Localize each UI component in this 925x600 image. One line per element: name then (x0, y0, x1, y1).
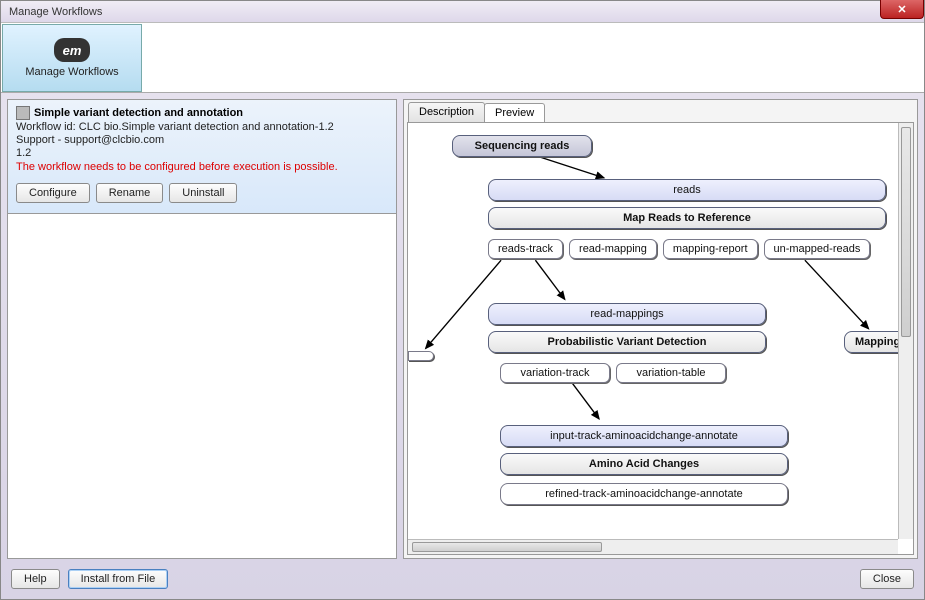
tool-label: Manage Workflows (25, 66, 118, 78)
workflow-support: Support - support@clcbio.com (16, 134, 388, 146)
scrollbar-thumb[interactable] (901, 127, 911, 337)
node-left-partial[interactable] (408, 351, 434, 361)
workflow-title: Simple variant detection and annotation (34, 107, 243, 119)
close-icon: ✕ (897, 3, 906, 16)
port-mapping-report[interactable]: mapping-report (663, 239, 758, 259)
preview-panel: Description Preview (403, 99, 918, 559)
port-variation-track[interactable]: variation-track (500, 363, 610, 383)
tab-description[interactable]: Description (408, 102, 485, 122)
port-unmapped-reads[interactable]: un-mapped-reads (764, 239, 871, 259)
workflow-list-panel: Simple variant detection and annotation … (7, 99, 397, 559)
manage-workflows-tool[interactable]: em Manage Workflows (2, 24, 142, 92)
rename-button[interactable]: Rename (96, 183, 164, 203)
install-from-file-button[interactable]: Install from File (68, 569, 169, 589)
uninstall-button[interactable]: Uninstall (169, 183, 237, 203)
port-aac-output[interactable]: refined-track-aminoacidchange-annotate (500, 483, 788, 505)
node-pvd[interactable]: Probabilistic Variant Detection (488, 331, 766, 353)
dialog-footer: Help Install from File Close (1, 559, 924, 599)
window-title: Manage Workflows (9, 6, 102, 18)
workflow-icon: em (54, 38, 90, 62)
port-reads-track[interactable]: reads-track (488, 239, 563, 259)
workflow-version: 1.2 (16, 147, 388, 159)
help-button[interactable]: Help (11, 569, 60, 589)
node-map-reads[interactable]: Map Reads to Reference (488, 207, 886, 229)
port-read-mapping[interactable]: read-mapping (569, 239, 657, 259)
port-variation-table[interactable]: variation-table (616, 363, 726, 383)
vertical-scrollbar[interactable] (898, 123, 913, 539)
port-reads[interactable]: reads (488, 179, 886, 201)
node-mapping-side[interactable]: Mapping (844, 331, 898, 353)
node-aac[interactable]: Amino Acid Changes (500, 453, 788, 475)
horizontal-scrollbar[interactable] (408, 539, 898, 554)
window-close-button[interactable]: ✕ (880, 0, 924, 19)
node-sequencing-reads[interactable]: Sequencing reads (452, 135, 592, 157)
configure-button[interactable]: Configure (16, 183, 90, 203)
workflow-warning: The workflow needs to be configured befo… (16, 161, 388, 173)
workflow-id: Workflow id: CLC bio.Simple variant dete… (16, 121, 388, 133)
port-read-mappings[interactable]: read-mappings (488, 303, 766, 325)
close-button[interactable]: Close (860, 569, 914, 589)
workflow-card[interactable]: Simple variant detection and annotation … (8, 100, 396, 214)
toolbar: em Manage Workflows (1, 23, 924, 93)
port-aac-input[interactable]: input-track-aminoacidchange-annotate (500, 425, 788, 447)
tab-preview[interactable]: Preview (484, 103, 545, 123)
scrollbar-thumb[interactable] (412, 542, 602, 552)
workflow-item-icon (16, 106, 30, 120)
diagram-canvas[interactable]: Sequencing reads reads Map Reads to Refe… (408, 123, 898, 539)
